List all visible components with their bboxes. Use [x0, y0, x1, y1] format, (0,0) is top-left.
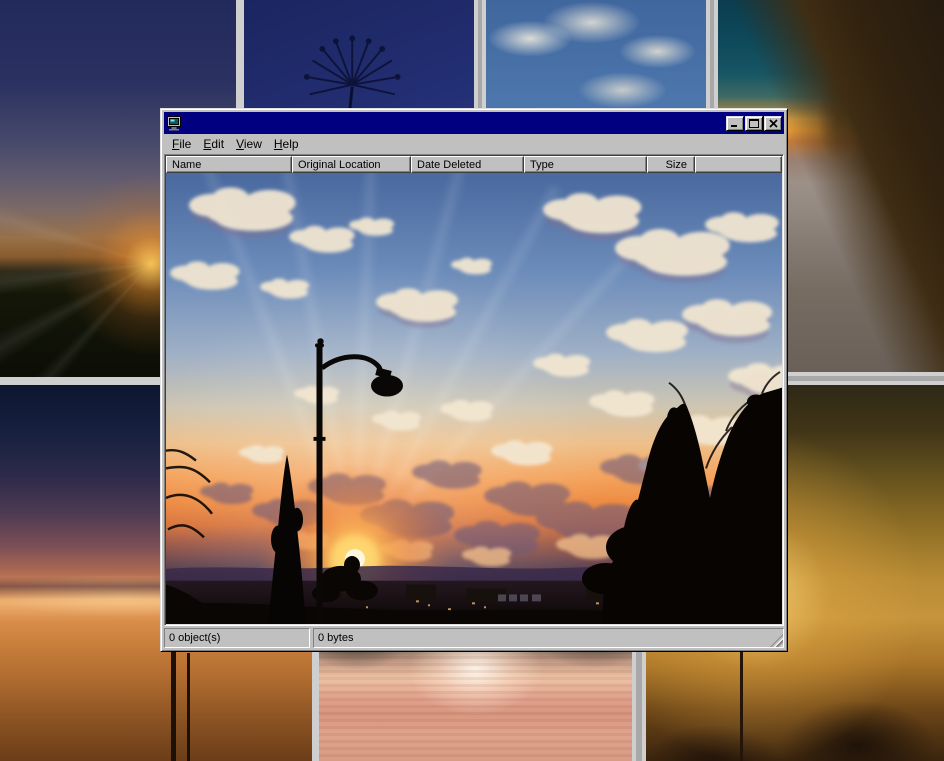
menu-edit[interactable]: Edit: [197, 135, 230, 153]
window-controls: [726, 116, 782, 131]
menu-bar: File Edit View Help: [164, 134, 784, 154]
menu-help[interactable]: Help: [268, 135, 305, 153]
minimize-button[interactable]: [726, 116, 744, 131]
maximize-button[interactable]: [745, 116, 763, 131]
window-titlebar[interactable]: [164, 112, 784, 134]
status-object-count: 0 object(s): [164, 628, 310, 648]
pole-silhouette: [740, 643, 743, 761]
column-header-type[interactable]: Type: [524, 156, 647, 173]
maximize-icon: [749, 119, 759, 128]
desktop: { "desktop": { "wallpaper": "collage of …: [0, 0, 944, 755]
list-background-photo: [166, 173, 782, 624]
file-list-view[interactable]: Name Original Location Date Deleted Type…: [164, 154, 784, 626]
menu-file[interactable]: File: [166, 135, 197, 153]
close-button[interactable]: [764, 116, 782, 131]
pole-silhouette: [171, 643, 176, 761]
status-bar: 0 object(s) 0 bytes: [164, 628, 784, 648]
status-size-total: 0 bytes: [313, 628, 784, 648]
recycle-bin-window: File Edit View Help Name Original Locati…: [160, 108, 788, 652]
column-header-original-location[interactable]: Original Location: [292, 156, 411, 173]
minimize-icon: [730, 119, 740, 128]
column-header-row: Name Original Location Date Deleted Type…: [166, 156, 782, 173]
column-header-name[interactable]: Name: [166, 156, 292, 173]
column-header-size[interactable]: Size: [647, 156, 695, 173]
menu-view[interactable]: View: [230, 135, 268, 153]
column-header-date-deleted[interactable]: Date Deleted: [411, 156, 524, 173]
computer-icon: [166, 115, 182, 131]
column-header-empty[interactable]: [695, 156, 782, 173]
pole-silhouette: [187, 653, 190, 761]
sunset-streetlamp-photo: [166, 173, 782, 624]
close-icon: [769, 119, 778, 128]
